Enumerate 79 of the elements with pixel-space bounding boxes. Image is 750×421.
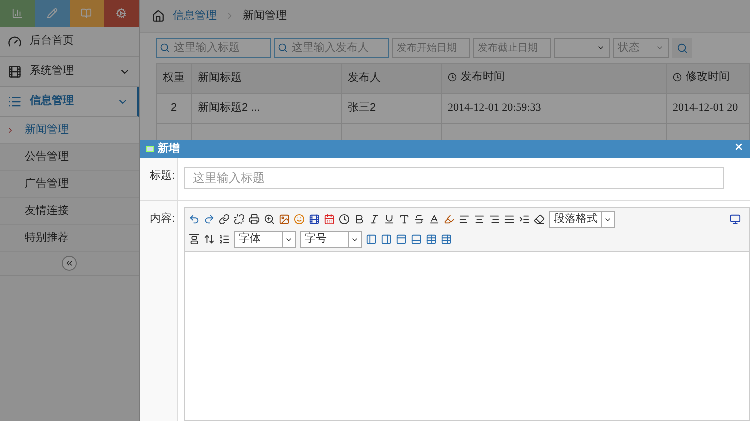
column-header[interactable]: 发布人 [342,64,442,94]
image-left-icon[interactable] [366,234,377,245]
submenu-item[interactable]: 公告管理 [0,144,139,171]
list-icon [8,94,22,108]
align-center-icon[interactable] [474,214,485,225]
column-header[interactable]: 发布时间 [442,64,666,94]
font-select[interactable]: 字体 [234,231,296,248]
column-header[interactable]: 修改时间 [666,64,750,94]
dialog-title: 新增 [158,142,181,157]
calendar-icon[interactable] [324,214,335,225]
image-icon[interactable] [279,214,290,225]
submenu-item[interactable]: 广告管理 [0,171,139,198]
table-cell: 张三2 [342,94,442,124]
underline-icon[interactable] [384,214,395,225]
submenu-item[interactable]: 特别推荐 [0,225,139,252]
search-field[interactable]: 这里输入标题 [156,38,271,58]
submenu-item[interactable]: 友情连接 [0,198,139,225]
settings-icon [116,8,128,19]
breadcrumb-link[interactable]: 信息管理 [173,8,217,24]
column-header[interactable]: 权重 [156,64,192,94]
clock-icon[interactable] [339,214,350,225]
bar-chart-icon [12,8,23,19]
column-header[interactable]: 新闻标题 [192,64,342,94]
line-height-icon[interactable] [219,234,230,245]
link-icon[interactable] [219,214,230,225]
date-field[interactable]: 发布开始日期 [392,38,470,58]
indent-icon[interactable] [519,214,530,225]
bold-icon[interactable] [354,214,365,225]
dashboard-icon [8,34,22,48]
clock-icon [448,73,457,82]
spacing-icon[interactable] [204,234,215,245]
pencil-icon [46,8,58,19]
unlink-icon[interactable] [234,214,245,225]
table-icon[interactable] [426,234,437,245]
redo-icon[interactable] [204,214,215,225]
table-cell: 新闻标题2 ... [192,94,342,124]
zoom-icon[interactable] [264,214,275,225]
submenu-item[interactable]: 新闻管理 [0,117,139,144]
strikethrough-icon[interactable] [414,214,425,225]
align-left-icon[interactable] [459,214,470,225]
title-input[interactable]: 这里输入标题 [184,167,724,189]
date-field[interactable]: 发布截止日期 [473,38,551,58]
sidebar-item[interactable]: 后台首页 [0,27,139,57]
sidebar-item[interactable]: 系统管理 [0,57,139,87]
sidebar-item[interactable]: 信息管理 [0,87,139,117]
search-field[interactable]: 这里输入发布人 [274,38,389,58]
image-top-icon[interactable] [396,234,407,245]
settings-button[interactable] [104,0,139,27]
film-icon[interactable] [309,214,320,225]
eraser-icon[interactable] [534,214,545,225]
caret-icon [597,44,605,52]
font-color-icon[interactable] [429,214,440,225]
table-cell: 2014-12-01 20:59:33 [442,94,666,124]
undo-icon[interactable] [189,214,200,225]
align-right-icon[interactable] [489,214,500,225]
paragraph-select[interactable]: 段落格式 [549,211,615,228]
font-size-select[interactable]: 字号 [300,231,362,248]
paragraph-spacing-icon[interactable] [189,234,200,245]
collapse-button[interactable] [62,256,77,271]
caret-icon [656,44,664,52]
highlight-icon[interactable] [444,214,455,225]
image-center-icon[interactable] [411,234,422,245]
justify-icon[interactable] [504,214,515,225]
italic-icon[interactable] [369,214,380,225]
smiley-icon[interactable] [294,214,305,225]
home-icon [152,10,165,22]
window-icon [146,146,154,152]
book-icon [81,8,92,19]
breadcrumb-current: 新闻管理 [243,8,287,24]
film-strip-icon [8,64,22,78]
search-button[interactable] [672,38,692,58]
table-cell: 2014-12-01 20 [666,94,750,124]
print-icon[interactable] [249,214,260,225]
image-right-icon[interactable] [381,234,392,245]
clock-icon [673,73,682,82]
font-border-icon[interactable] [399,214,410,225]
search-icon [676,42,688,54]
table-cell: 2 [156,94,192,124]
close-icon [734,142,744,152]
